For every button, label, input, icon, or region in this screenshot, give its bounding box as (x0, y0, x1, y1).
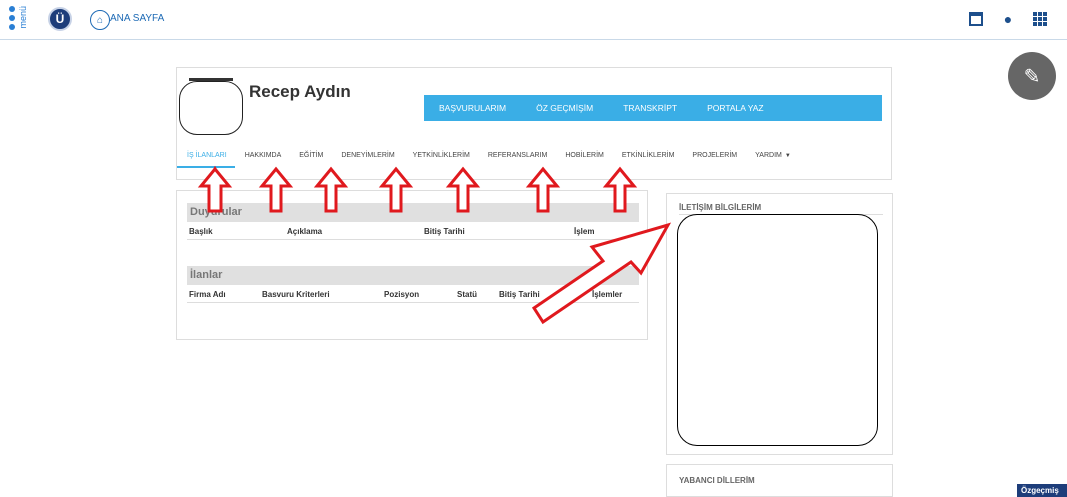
action-resume[interactable]: ÖZ GEÇMİŞİM (536, 103, 593, 113)
profile-tabs: İŞ İLANLARI HAKKIMDA EĞİTİM DENEYİMLERİM… (177, 144, 893, 168)
tab-references[interactable]: REFERANSLARIM (478, 152, 556, 168)
listings-columns: Firma Adı Basvuru Kriterleri Pozisyon St… (187, 287, 639, 303)
chevron-down-icon: ▼ (784, 153, 791, 159)
globe-icon[interactable]: ● (999, 10, 1017, 28)
menu-button[interactable]: menü (9, 6, 28, 34)
top-icons: ● (967, 10, 1049, 28)
tab-help-label: YARDIM (755, 152, 782, 159)
col-action: İşlem (574, 227, 595, 236)
home-icon[interactable]: ⌂ (90, 10, 110, 30)
col-position: Pozisyon (384, 290, 420, 299)
calendar-icon[interactable] (967, 10, 985, 28)
contact-title: İLETİŞİM BİLGİLERİM (679, 203, 762, 212)
home-link[interactable]: ANA SAYFA (110, 13, 164, 24)
contact-redacted-box (677, 214, 878, 446)
tab-activities[interactable]: ETKİNLİKLERİM (612, 152, 683, 168)
tab-hobbies[interactable]: HOBİLERİM (555, 152, 612, 168)
avatar-top-line (189, 78, 233, 84)
edit-button[interactable]: ✎ (1008, 52, 1056, 100)
apps-grid-icon[interactable] (1031, 10, 1049, 28)
tab-projects[interactable]: PROJELERİM (682, 152, 745, 168)
avatar (179, 81, 243, 135)
tab-experience[interactable]: DENEYİMLERİM (331, 152, 402, 168)
action-bar: BAŞVURULARIM ÖZ GEÇMİŞİM TRANSKRİPT PORT… (424, 95, 882, 121)
col-criteria: Basvuru Kriterleri (262, 290, 330, 299)
listings-heading: İlanlar (187, 266, 639, 285)
col-title: Başlık (189, 227, 213, 236)
languages-title: YABANCI DİLLERİM (679, 476, 755, 485)
languages-panel: YABANCI DİLLERİM (666, 464, 893, 497)
col-company: Firma Adı (189, 290, 226, 299)
tab-about[interactable]: HAKKIMDA (235, 152, 290, 168)
tab-skills[interactable]: YETKİNLİKLERİM (403, 152, 478, 168)
action-transcript[interactable]: TRANSKRİPT (623, 103, 677, 113)
resume-badge[interactable]: Özgeçmiş (1017, 484, 1067, 497)
action-applications[interactable]: BAŞVURULARIM (439, 103, 506, 113)
tab-help[interactable]: YARDIM ▼ (745, 152, 799, 168)
university-logo[interactable]: Ü (48, 7, 72, 31)
action-write-portal[interactable]: PORTALA YAZ (707, 103, 764, 113)
col-listing-end-date: Bitiş Tarihi (499, 290, 540, 299)
announcements-columns: Başlık Açıklama Bitiş Tarihi İşlem (187, 224, 639, 240)
menu-label: menü (18, 6, 28, 29)
tab-job-listings[interactable]: İŞ İLANLARI (177, 152, 235, 168)
profile-card: Recep Aydın BAŞVURULARIM ÖZ GEÇMİŞİM TRA… (176, 67, 892, 180)
col-end-date: Bitiş Tarihi (424, 227, 465, 236)
col-actions: İşlemler (592, 290, 623, 299)
top-bar: menü Ü ⌂ ANA SAYFA ● (0, 0, 1067, 40)
job-listings-panel: Duyurular Başlık Açıklama Bitiş Tarihi İ… (176, 190, 648, 340)
contact-panel: İLETİŞİM BİLGİLERİM (666, 193, 893, 455)
tab-education[interactable]: EĞİTİM (289, 152, 331, 168)
col-status: Statü (457, 290, 477, 299)
announcements-heading: Duyurular (187, 203, 639, 222)
pencil-icon: ✎ (1023, 65, 1041, 88)
col-description: Açıklama (287, 227, 323, 236)
profile-name: Recep Aydın (249, 82, 351, 101)
